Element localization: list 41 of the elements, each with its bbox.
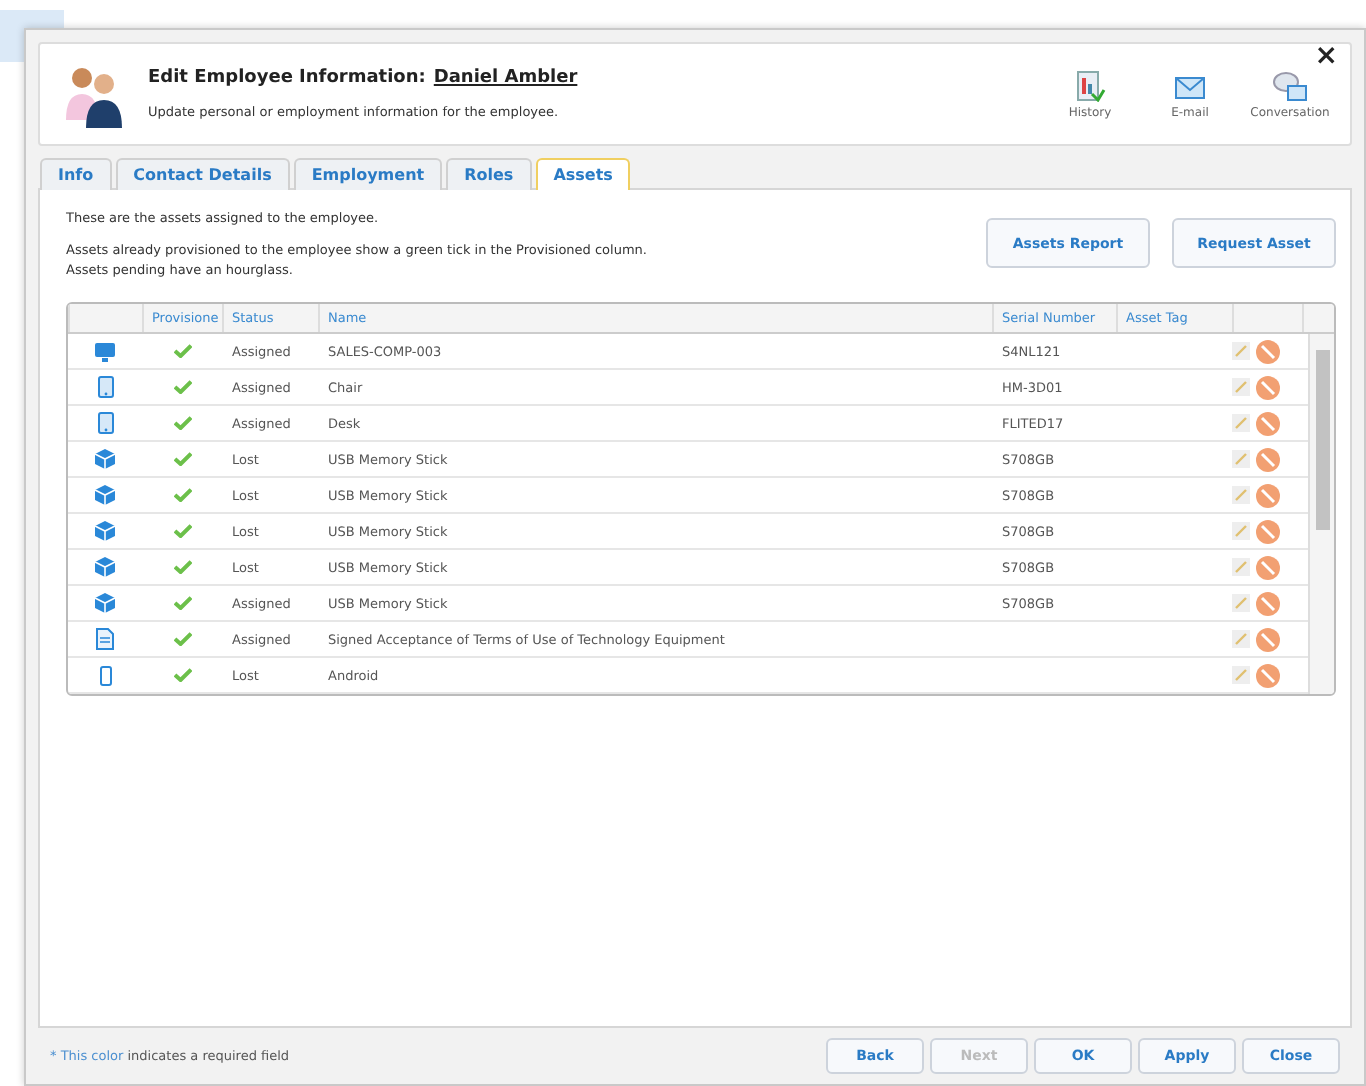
edit-icon[interactable] (1232, 630, 1250, 648)
delete-icon[interactable] (1256, 519, 1280, 543)
chat-icon[interactable] (1272, 69, 1308, 101)
scrollbar[interactable] (1308, 334, 1334, 694)
employee-name: Daniel Ambler (433, 68, 578, 88)
tablet-icon (97, 376, 113, 398)
cube-icon (94, 520, 116, 542)
cube-icon (94, 448, 116, 470)
cube-icon (94, 484, 116, 506)
tab[interactable]: Employment (293, 158, 443, 190)
tab[interactable]: Info (40, 158, 112, 190)
tab[interactable]: Assets (535, 158, 631, 190)
cube-icon (94, 592, 116, 614)
cube-icon (94, 556, 116, 578)
tab[interactable]: Roles (446, 158, 532, 190)
delete-icon[interactable] (1256, 555, 1280, 579)
phone-icon (99, 665, 111, 685)
report-icon[interactable] (1074, 69, 1106, 101)
dialog-title: Edit Employee Information: (148, 68, 426, 88)
delete-icon[interactable] (1256, 447, 1280, 471)
delete-icon[interactable] (1256, 591, 1280, 615)
delete-icon[interactable] (1256, 663, 1280, 687)
delete-icon[interactable] (1256, 627, 1280, 651)
edit-icon[interactable] (1232, 594, 1250, 612)
edit-icon[interactable] (1232, 522, 1250, 540)
edit-icon[interactable] (1232, 342, 1250, 360)
edit-icon[interactable] (1232, 666, 1250, 684)
delete-icon[interactable] (1256, 339, 1280, 363)
edit-icon[interactable] (1232, 378, 1250, 396)
edit-icon[interactable] (1232, 486, 1250, 504)
delete-icon[interactable] (1256, 411, 1280, 435)
tablet-icon (97, 412, 113, 434)
delete-icon[interactable] (1256, 375, 1280, 399)
delete-icon[interactable] (1256, 483, 1280, 507)
document-icon (96, 628, 114, 650)
tab[interactable]: Contact Details (115, 158, 290, 190)
edit-icon[interactable] (1232, 414, 1250, 432)
edit-icon[interactable] (1232, 450, 1250, 468)
close-icon[interactable]: × (1314, 40, 1338, 72)
edit-icon[interactable] (1232, 558, 1250, 576)
monitor-icon (94, 341, 116, 361)
